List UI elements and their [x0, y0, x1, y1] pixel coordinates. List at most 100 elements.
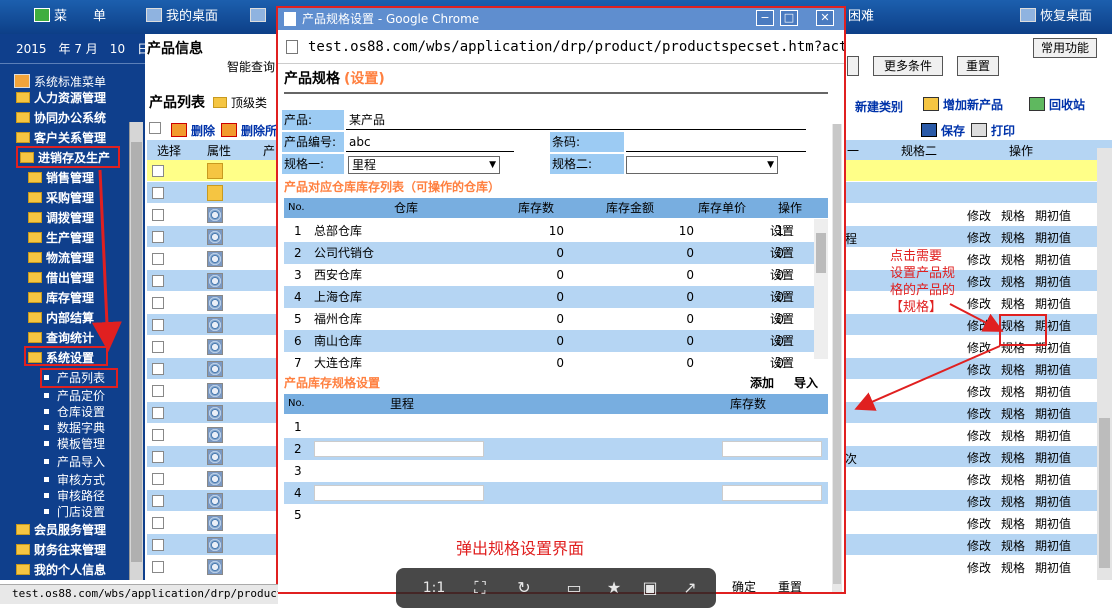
grid-scrollbar[interactable]: [1097, 148, 1112, 580]
row-checkbox[interactable]: [152, 319, 164, 331]
warehouse-scroll-thumb[interactable]: [816, 233, 826, 273]
spec-qty-input[interactable]: [722, 485, 822, 501]
sidebar-item[interactable]: 生产管理: [28, 228, 94, 248]
row-modify-link[interactable]: 修改: [967, 517, 991, 531]
row-modify-link[interactable]: 修改: [967, 451, 991, 465]
row-init-link[interactable]: 期初值: [1035, 209, 1071, 223]
row-modify-link[interactable]: 修改: [967, 209, 991, 223]
rotate-icon[interactable]: ↻: [512, 576, 536, 600]
row-spec-link[interactable]: 规格: [1001, 451, 1025, 465]
sidebar-item[interactable]: 我的个人信息: [16, 560, 106, 580]
delete-button[interactable]: 删除: [171, 122, 215, 139]
share-icon[interactable]: ↗: [678, 576, 702, 600]
tab-icon-partial[interactable]: [250, 0, 270, 34]
row-init-link[interactable]: 期初值: [1035, 407, 1071, 421]
sidebar-item[interactable]: 借出管理: [28, 268, 94, 288]
row-init-link[interactable]: 期初值: [1035, 517, 1071, 531]
row-spec-link[interactable]: 规格: [1001, 209, 1025, 223]
row-checkbox[interactable]: [152, 165, 164, 177]
row-spec-link[interactable]: 规格: [1001, 517, 1025, 531]
row-checkbox[interactable]: [152, 561, 164, 573]
row-spec-link[interactable]: 规格: [1001, 495, 1025, 509]
row-modify-link[interactable]: 修改: [967, 341, 991, 355]
more-conditions-button[interactable]: 更多条件: [873, 56, 943, 76]
common-functions-button[interactable]: 常用功能: [1033, 38, 1097, 58]
sidebar-item[interactable]: 协同办公系统: [16, 108, 106, 128]
sidebar-item[interactable]: 人力资源管理: [16, 88, 106, 108]
warehouse-set-link[interactable]: 设置: [770, 242, 794, 264]
spec-value-input[interactable]: [314, 485, 484, 501]
sidebar-item[interactable]: 内部结算: [28, 308, 94, 328]
row-checkbox[interactable]: [152, 275, 164, 287]
sidebar-item[interactable]: 会员服务管理: [16, 520, 106, 540]
sidebar-item[interactable]: 销售管理: [28, 168, 94, 188]
warehouse-set-link[interactable]: 设置: [770, 308, 794, 330]
select-all-checkbox[interactable]: [149, 122, 161, 137]
sidebar-item[interactable]: 采购管理: [28, 188, 94, 208]
grid-scroll-thumb[interactable]: [1099, 418, 1110, 568]
row-modify-link[interactable]: 修改: [967, 539, 991, 553]
popup-scroll-thumb[interactable]: [833, 124, 841, 584]
row-checkbox[interactable]: [152, 341, 164, 353]
row-checkbox[interactable]: [152, 495, 164, 507]
row-init-link[interactable]: 期初值: [1035, 429, 1071, 443]
row-checkbox[interactable]: [152, 429, 164, 441]
row-modify-link[interactable]: 修改: [967, 385, 991, 399]
row-modify-link[interactable]: 修改: [967, 297, 991, 311]
row-modify-link[interactable]: 修改: [967, 561, 991, 575]
sidebar-item[interactable]: 客户关系管理: [16, 128, 106, 148]
spec-value-input[interactable]: [314, 441, 484, 457]
row-spec-link[interactable]: 规格: [1001, 297, 1025, 311]
row-init-link[interactable]: 期初值: [1035, 363, 1071, 377]
row-init-link[interactable]: 期初值: [1035, 297, 1071, 311]
sidebar-scrollbar[interactable]: [129, 122, 143, 580]
screen-icon[interactable]: ▣: [638, 576, 662, 600]
row-init-link[interactable]: 期初值: [1035, 473, 1071, 487]
row-checkbox[interactable]: [152, 253, 164, 265]
row-init-link[interactable]: 期初值: [1035, 539, 1071, 553]
sidebar-item[interactable]: 库存管理: [28, 288, 94, 308]
row-spec-link[interactable]: 规格: [1001, 231, 1025, 245]
row-checkbox[interactable]: [152, 385, 164, 397]
row-checkbox[interactable]: [152, 231, 164, 243]
row-spec-link[interactable]: 规格: [1001, 407, 1025, 421]
row-init-link[interactable]: 期初值: [1035, 275, 1071, 289]
search-button-partial[interactable]: [847, 56, 859, 76]
row-checkbox[interactable]: [152, 187, 164, 199]
fit-screen-icon[interactable]: ⛶: [468, 576, 492, 600]
add-product-link[interactable]: 增加新产品: [923, 96, 1003, 113]
sidebar-item[interactable]: 门店设置: [44, 502, 105, 522]
row-spec-link[interactable]: 规格: [1001, 275, 1025, 289]
menu-button[interactable]: 菜 单: [34, 0, 106, 34]
row-modify-link[interactable]: 修改: [967, 231, 991, 245]
row-init-link[interactable]: 期初值: [1035, 451, 1071, 465]
reset-button[interactable]: 重置: [957, 56, 999, 76]
my-desktop-tab[interactable]: 我的桌面: [146, 0, 218, 34]
actual-size-button[interactable]: 1:1: [422, 576, 446, 600]
row-init-link[interactable]: 期初值: [1035, 561, 1071, 575]
close-button[interactable]: ✕: [816, 10, 834, 26]
save-button[interactable]: 保存: [921, 122, 965, 139]
row-spec-link[interactable]: 规格: [1001, 385, 1025, 399]
top-category-link[interactable]: 顶级类: [213, 94, 267, 111]
smart-query-label[interactable]: 智能查询: [227, 58, 275, 75]
sidebar-item[interactable]: 模板管理: [44, 434, 105, 454]
row-modify-link[interactable]: 修改: [967, 473, 991, 487]
row-checkbox[interactable]: [152, 473, 164, 485]
row-checkbox[interactable]: [152, 451, 164, 463]
row-spec-link[interactable]: 规格: [1001, 539, 1025, 553]
sidebar-scroll-thumb[interactable]: [131, 142, 142, 562]
row-init-link[interactable]: 期初值: [1035, 385, 1071, 399]
row-checkbox[interactable]: [152, 407, 164, 419]
spec1-select[interactable]: 里程 ▼: [348, 156, 500, 174]
row-init-link[interactable]: 期初值: [1035, 231, 1071, 245]
favorite-icon[interactable]: ★: [602, 576, 626, 600]
add-button[interactable]: 添加: [750, 374, 774, 391]
new-category-link[interactable]: 新建类别: [855, 98, 903, 115]
warehouse-scrollbar[interactable]: [814, 219, 828, 359]
sidebar-item[interactable]: 查询统计: [28, 328, 94, 348]
row-modify-link[interactable]: 修改: [967, 495, 991, 509]
minimize-button[interactable]: −: [756, 10, 774, 26]
reset-button[interactable]: 重置: [778, 578, 802, 592]
spec2-select[interactable]: ▼: [626, 156, 778, 174]
